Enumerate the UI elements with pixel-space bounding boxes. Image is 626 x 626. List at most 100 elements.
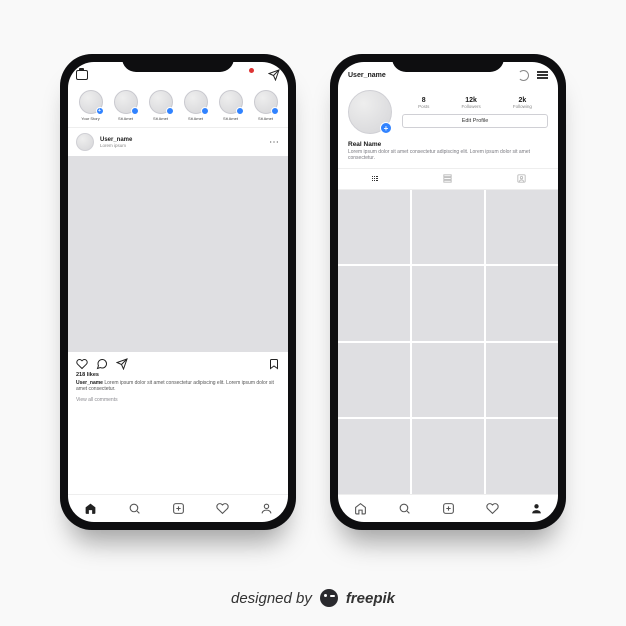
phone-feed: + Your Story Sit Amet Sit Amet Sit Amet	[60, 54, 296, 530]
tab-grid[interactable]	[338, 169, 411, 189]
story-item[interactable]: Sit Amet	[251, 90, 280, 121]
avatar-icon	[254, 90, 278, 114]
freepik-logo-icon	[320, 589, 338, 607]
avatar-icon	[184, 90, 208, 114]
stat-label: Followers	[461, 104, 480, 109]
profile-stats-row: + 8 Posts 12k Followers 2k	[338, 86, 558, 136]
profile-username[interactable]: User_name	[348, 72, 386, 79]
tab-tagged[interactable]	[485, 169, 558, 189]
stat-followers[interactable]: 12k Followers	[461, 97, 480, 109]
nav-search-icon[interactable]	[398, 502, 411, 515]
like-icon[interactable]	[76, 358, 88, 370]
story-label: Sit Amet	[223, 116, 238, 121]
post-thumbnail[interactable]	[486, 419, 558, 494]
view-comments-link[interactable]: View all comments	[68, 393, 288, 409]
story-item[interactable]: Sit Amet	[146, 90, 175, 121]
story-status-badge-icon	[236, 107, 244, 115]
add-story-badge-icon[interactable]: +	[380, 122, 392, 134]
stat-following[interactable]: 2k Following	[513, 97, 532, 109]
story-status-badge-icon	[166, 107, 174, 115]
nav-home-icon[interactable]	[84, 502, 97, 515]
bottom-nav	[338, 494, 558, 522]
post-thumbnail[interactable]	[412, 266, 484, 341]
story-label: Sit Amet	[118, 116, 133, 121]
tagged-icon	[516, 173, 527, 184]
nav-home-icon[interactable]	[354, 502, 367, 515]
post-header: User_name Lorem ipsum ⋯	[68, 128, 288, 156]
post-thumbnail[interactable]	[412, 190, 484, 265]
refresh-icon[interactable]	[518, 70, 529, 81]
tab-feed[interactable]	[411, 169, 484, 189]
story-item[interactable]: Sit Amet	[181, 90, 210, 121]
post-thumbnail[interactable]	[338, 343, 410, 418]
nav-profile-icon[interactable]	[260, 502, 273, 515]
avatar-icon	[114, 90, 138, 114]
post-image[interactable]	[68, 156, 288, 352]
profile-bio-text: Lorem ipsum dolor sit amet consectetur a…	[348, 149, 548, 162]
story-item[interactable]: Sit Amet	[111, 90, 140, 121]
phone-notch	[392, 54, 504, 72]
grid-icon	[372, 176, 378, 182]
direct-message-icon[interactable]	[268, 69, 280, 81]
post-actions	[68, 352, 288, 372]
post-location[interactable]: Lorem ipsum	[100, 143, 132, 148]
caption-text: Lorem ipsum dolor sit amet consectetur a…	[76, 380, 274, 392]
story-status-badge-icon	[271, 107, 279, 115]
post-thumbnail[interactable]	[338, 190, 410, 265]
story-label: Sit Amet	[258, 116, 273, 121]
nav-add-icon[interactable]	[442, 502, 455, 515]
post-thumbnail[interactable]	[486, 266, 558, 341]
camera-icon[interactable]	[76, 70, 88, 80]
profile-bio: Real Name Lorem ipsum dolor sit amet con…	[338, 136, 558, 168]
post-thumbnail[interactable]	[486, 190, 558, 265]
nav-activity-icon[interactable]	[216, 502, 229, 515]
story-label: Your Story	[81, 116, 100, 121]
post-caption: User_name Lorem ipsum dolor sit amet con…	[68, 378, 288, 393]
story-item[interactable]: Sit Amet	[216, 90, 245, 121]
profile-tabs	[338, 168, 558, 190]
nav-profile-icon[interactable]	[530, 502, 543, 515]
avatar-icon: +	[79, 90, 103, 114]
post-username[interactable]: User_name	[100, 137, 132, 143]
post-thumbnail[interactable]	[412, 343, 484, 418]
post-thumbnail[interactable]	[338, 266, 410, 341]
notification-dot-icon	[249, 68, 254, 73]
stat-value: 12k	[461, 97, 480, 104]
story-status-badge-icon	[201, 107, 209, 115]
attribution: designed by freepik	[0, 589, 626, 608]
nav-search-icon[interactable]	[128, 502, 141, 515]
add-story-badge-icon: +	[96, 107, 104, 115]
posts-grid	[338, 190, 558, 495]
nav-activity-icon[interactable]	[486, 502, 499, 515]
story-label: Sit Amet	[188, 116, 203, 121]
stat-label: Posts	[418, 104, 429, 109]
share-icon[interactable]	[116, 358, 128, 370]
stat-value: 2k	[513, 97, 532, 104]
menu-icon[interactable]	[537, 71, 548, 78]
story-status-badge-icon	[131, 107, 139, 115]
attribution-prefix: designed by	[231, 590, 316, 607]
story-label: Sit Amet	[153, 116, 168, 121]
post-author-avatar-icon[interactable]	[76, 133, 94, 151]
phone-profile: User_name + 8 Posts 12k	[330, 54, 566, 530]
profile-avatar-icon[interactable]: +	[348, 90, 392, 134]
attribution-brand: freepik	[346, 590, 395, 607]
story-your-story[interactable]: + Your Story	[76, 90, 105, 121]
post-thumbnail[interactable]	[486, 343, 558, 418]
post-more-icon[interactable]: ⋯	[269, 137, 280, 148]
nav-add-icon[interactable]	[172, 502, 185, 515]
post-thumbnail[interactable]	[412, 419, 484, 494]
avatar-icon	[149, 90, 173, 114]
caption-username[interactable]: User_name	[76, 380, 103, 386]
list-icon	[442, 173, 453, 184]
edit-profile-button[interactable]: Edit Profile	[402, 114, 548, 128]
comment-icon[interactable]	[96, 358, 108, 370]
post-thumbnail[interactable]	[338, 419, 410, 494]
phone-notch	[122, 54, 234, 72]
bookmark-icon[interactable]	[268, 358, 280, 370]
stat-posts[interactable]: 8 Posts	[418, 97, 429, 109]
stat-value: 8	[418, 97, 429, 104]
profile-real-name: Real Name	[348, 141, 548, 148]
bottom-nav	[68, 494, 288, 522]
stat-label: Following	[513, 104, 532, 109]
